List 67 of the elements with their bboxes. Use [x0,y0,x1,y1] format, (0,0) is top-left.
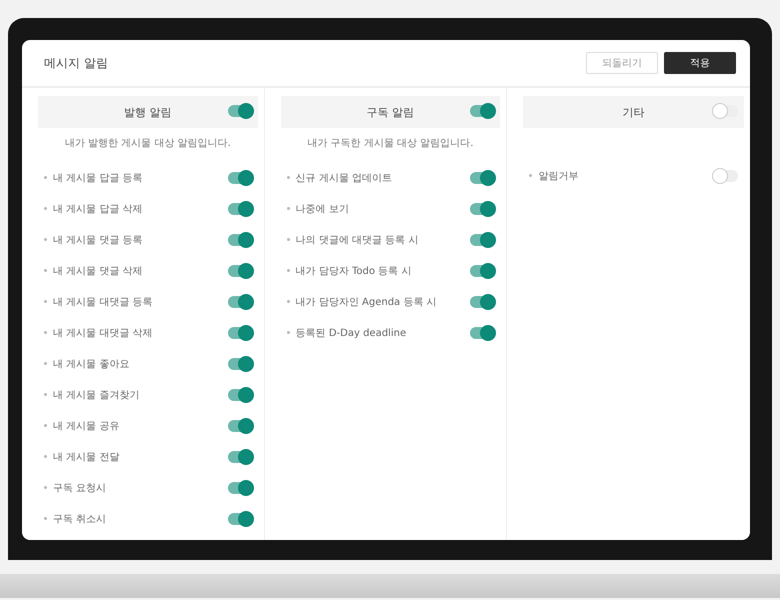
toggle-switch[interactable] [228,264,252,276]
column-description: 내가 구독한 게시물 대상 알림입니다. [306,137,474,150]
column-title: 발행 알림 [124,104,172,120]
bullet-icon [44,331,47,334]
bullet-icon [44,393,47,396]
column-title: 구독 알림 [366,104,414,120]
bullet-icon [44,207,47,210]
setting-label: 내 게시물 답글 등록 [53,172,144,184]
bullet-icon [44,238,47,241]
toggle-switch[interactable] [228,172,252,184]
column-title: 기타 [622,104,645,120]
toggle-switch[interactable] [714,105,738,117]
toggle-switch[interactable] [228,358,252,370]
toggle-switch[interactable] [228,234,252,246]
setting-label: 구독 요청시 [53,482,108,494]
bullet-icon [44,486,47,489]
setting-label: 내 게시물 즐겨찾기 [53,388,140,402]
setting-label: 나중에 보기 [296,202,350,216]
setting-label: 내 게시물 댓글 등록 [53,234,144,246]
bullet-icon [286,238,290,241]
setting-label: 내 게시물 대댓글 등록 [53,296,154,308]
bullet-icon [529,174,532,177]
column-description: 내가 발행한 게시물 대상 알림입니다. [64,137,232,150]
setting-label: 내가 담당자인 Agenda 등록 시 [296,296,438,308]
toggle-switch[interactable] [228,105,252,117]
bullet-icon [44,300,47,303]
toggle-switch[interactable] [470,105,494,117]
bullet-icon [286,300,290,303]
toggle-switch[interactable] [228,420,252,432]
apply-button[interactable]: 적용 [664,52,736,74]
bullet-icon [44,517,47,520]
toggle-switch[interactable] [228,326,252,338]
toggle-switch[interactable] [470,172,494,184]
bullet-icon [44,424,47,427]
toggle-switch[interactable] [470,234,494,246]
toggle-switch[interactable] [228,296,252,308]
toggle-switch[interactable] [228,388,252,400]
setting-label: 내 게시물 전달 [53,450,120,464]
bullet-icon [286,269,290,272]
setting-label: 내 게시물 댓글 삭제 [53,264,144,278]
toggle-switch[interactable] [470,264,494,276]
toggle-switch[interactable] [470,296,494,308]
bullet-icon [44,362,47,365]
toggle-switch[interactable] [714,170,738,182]
window-title: 메시지 알림 [44,54,108,72]
toggle-switch[interactable] [228,482,252,494]
setting-label: 구독 취소시 [53,512,108,526]
setting-label: 알림거부 [538,170,580,182]
setting-label: 신규 게시물 업데이트 [296,172,394,184]
setting-label: 내 게시물 답글 삭제 [53,202,144,216]
toggle-switch[interactable] [470,326,494,338]
toggle-switch[interactable] [470,202,494,214]
setting-label: 내 게시물 공유 [53,420,120,432]
bullet-icon [44,176,47,179]
setting-label: 내 게시물 대댓글 삭제 [53,326,154,340]
toggle-switch[interactable] [228,450,252,462]
bullet-icon [286,176,290,179]
setting-label: 내 게시물 좋아요 [53,358,130,370]
setting-label: 나의 댓글에 대댓글 등록 시 [296,234,420,246]
toggle-switch[interactable] [228,512,252,524]
bullet-icon [44,269,47,272]
setting-label: 등록된 D-Day deadline [296,326,408,340]
toggle-switch[interactable] [228,202,252,214]
setting-label: 내가 담당자 Todo 등록 시 [296,264,412,278]
bullet-icon [44,455,47,458]
bullet-icon [286,331,290,334]
bullet-icon [286,207,290,210]
